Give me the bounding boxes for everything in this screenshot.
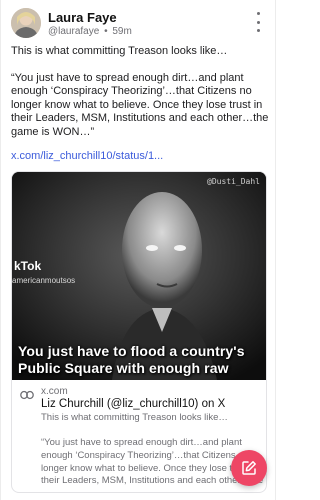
link-domain: x.com <box>41 386 68 397</box>
link-icon <box>20 390 34 400</box>
post-body: This is what committing Treason looks li… <box>11 45 269 153</box>
link-title[interactable]: Liz Churchill (@liz_churchill10) on X <box>41 398 225 410</box>
author-handle[interactable]: @laurafaye <box>48 26 99 37</box>
post-link[interactable]: x.com/liz_churchill10/status/1... <box>11 150 163 162</box>
link-description-line: This is what committing Treason looks li… <box>41 412 228 423</box>
author-name[interactable]: Laura Faye <box>48 10 117 25</box>
post-age[interactable]: 59m <box>112 26 131 37</box>
meta-separator: • <box>104 26 108 37</box>
compose-icon <box>242 461 256 475</box>
link-preview-info[interactable]: x.com Liz Churchill (@liz_churchill10) o… <box>12 380 266 492</box>
tiktok-logo-text: kTok <box>14 259 42 273</box>
avatar[interactable] <box>11 8 41 38</box>
compose-button[interactable] <box>231 450 267 486</box>
video-thumbnail[interactable]: @Dusti_Dahl kTok americanmoutsos You jus… <box>12 172 266 380</box>
post-body-line: This is what committing Treason looks li… <box>11 45 228 57</box>
post-header: Laura Faye @laurafaye • 59m <box>11 8 267 40</box>
post-card: Laura Faye @laurafaye • 59m This is what… <box>0 0 276 500</box>
more-vertical-icon[interactable] <box>251 12 265 32</box>
avatar-image <box>11 8 41 38</box>
video-caption: You just have to flood a country's Publi… <box>18 343 245 376</box>
link-preview-card[interactable]: @Dusti_Dahl kTok americanmoutsos You jus… <box>11 171 267 493</box>
video-watermark: @Dusti_Dahl <box>207 177 260 186</box>
post-body-quote: “You just have to spread enough dirt…and… <box>11 71 269 138</box>
tiktok-handle: americanmoutsos <box>12 276 76 285</box>
author-meta: @laurafaye • 59m <box>48 26 132 37</box>
